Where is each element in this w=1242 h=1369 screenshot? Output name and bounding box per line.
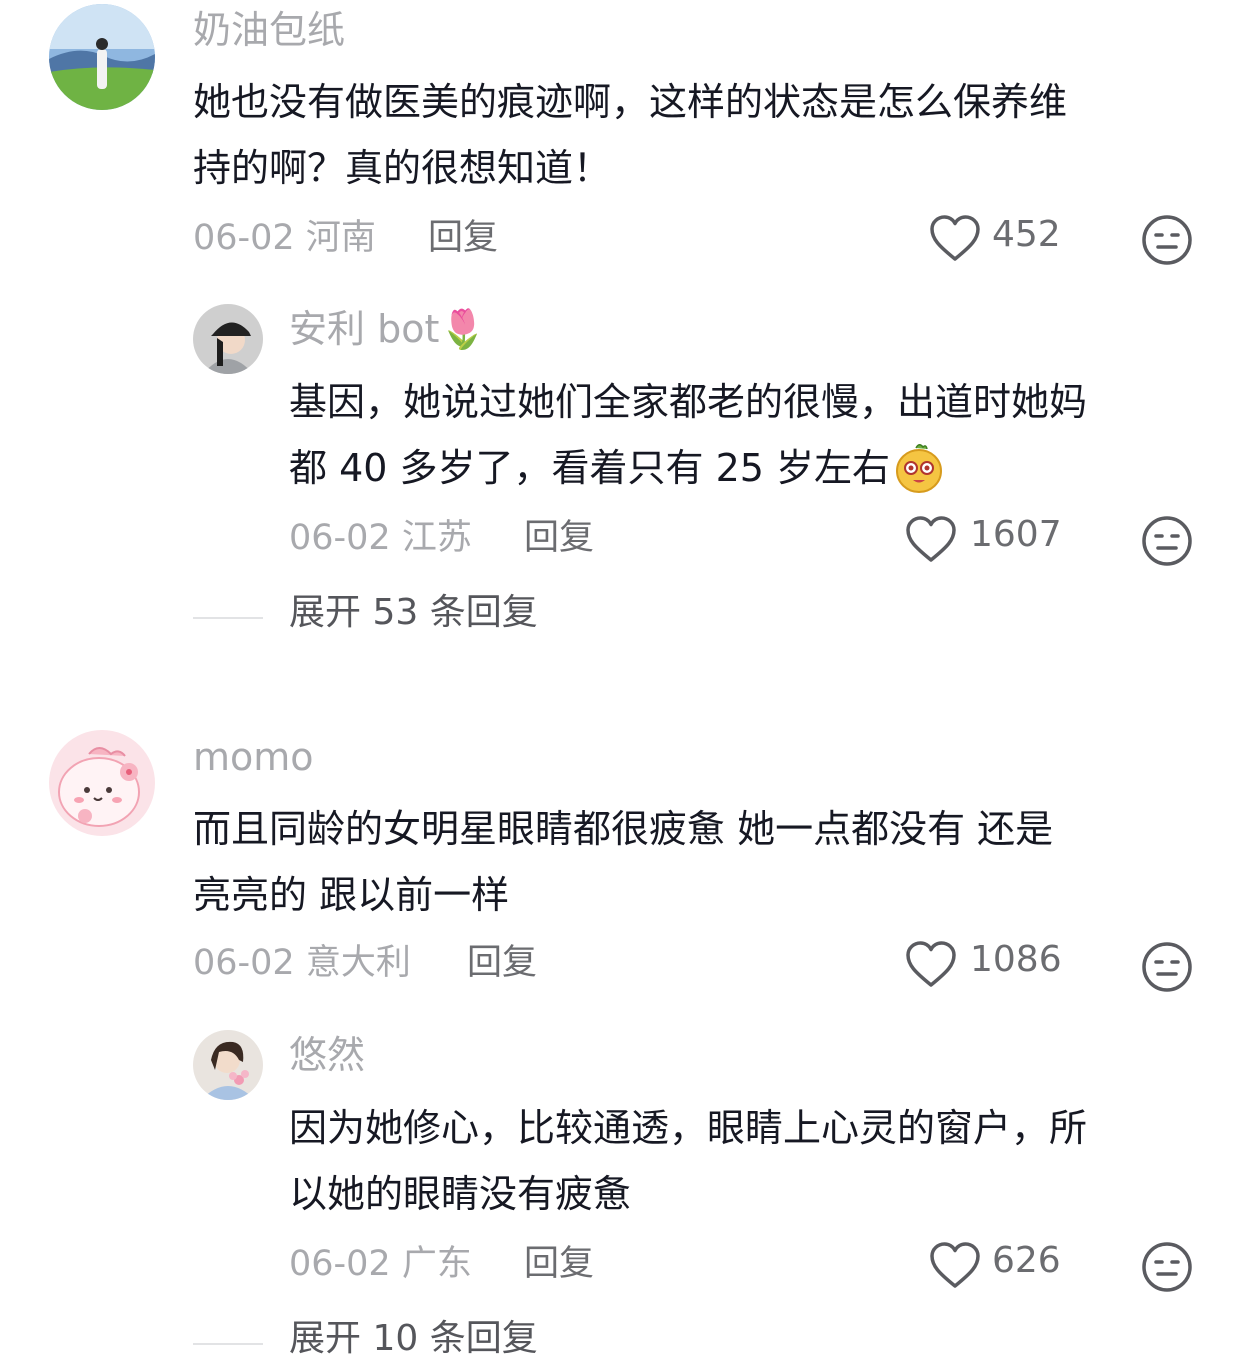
reply-avatar[interactable] [193, 1030, 263, 1100]
comment-username[interactable]: 奶油包纸 [193, 6, 345, 54]
like-count: 1086 [970, 939, 1062, 980]
dislike-face-icon[interactable] [1141, 515, 1193, 567]
heart-icon[interactable] [905, 941, 957, 989]
reply-text: 以她的眼睛没有疲惫 [289, 1172, 632, 1216]
reply-text: 基因，她说过她们全家都老的很慢，出道时她妈 [289, 380, 1088, 424]
heart-icon[interactable] [905, 516, 957, 564]
reply-username[interactable]: 安利 bot [289, 307, 439, 351]
comment-username[interactable]: momo [193, 733, 314, 781]
comment-date: 06-02 [193, 943, 295, 983]
reply-location: 江苏 [401, 518, 472, 558]
avatar[interactable] [49, 4, 155, 110]
fruit-emoji-icon [894, 442, 944, 494]
dislike-face-icon[interactable] [1141, 1241, 1193, 1293]
reply-avatar[interactable] [193, 304, 263, 374]
reply-date: 06-02 [289, 518, 391, 558]
heart-icon[interactable] [929, 215, 981, 263]
reply-button[interactable]: 回复 [467, 940, 537, 986]
comment-location: 河南 [305, 218, 376, 258]
expand-divider [193, 1343, 263, 1345]
reply-username[interactable]: 悠然 [289, 1031, 365, 1079]
comment-text: 而且同龄的女明星眼睛都很疲惫 她一点都没有 还是 [193, 807, 1054, 851]
reply-button[interactable]: 回复 [524, 1241, 594, 1287]
expand-divider [193, 617, 263, 619]
expand-replies-button[interactable]: 展开 10 条回复 [289, 1316, 538, 1362]
comment-location: 意大利 [305, 943, 411, 983]
reply-date: 06-02 [289, 1244, 391, 1284]
avatar[interactable] [49, 730, 155, 836]
dislike-face-icon[interactable] [1141, 214, 1193, 266]
heart-icon[interactable] [929, 1242, 981, 1290]
reply-button[interactable]: 回复 [524, 515, 594, 561]
expand-replies-button[interactable]: 展开 53 条回复 [289, 590, 538, 636]
comment-text: 亮亮的 跟以前一样 [193, 873, 510, 917]
comment-text: 持的啊？真的很想知道！ [193, 146, 612, 190]
like-count: 1607 [970, 514, 1062, 555]
reply-text: 都 40 多岁了，看着只有 25 岁左右 [289, 446, 891, 490]
comment-text: 她也没有做医美的痕迹啊，这样的状态是怎么保养维 [193, 80, 1068, 124]
like-count: 452 [992, 214, 1061, 255]
reply-location: 广东 [401, 1244, 472, 1284]
reply-text: 因为她修心，比较通透，眼睛上心灵的窗户，所 [289, 1106, 1088, 1150]
comment-date: 06-02 [193, 218, 295, 258]
like-count: 626 [992, 1240, 1061, 1281]
tulip-emoji: 🌷 [439, 307, 487, 351]
reply-button[interactable]: 回复 [428, 215, 498, 261]
dislike-face-icon[interactable] [1141, 941, 1193, 993]
